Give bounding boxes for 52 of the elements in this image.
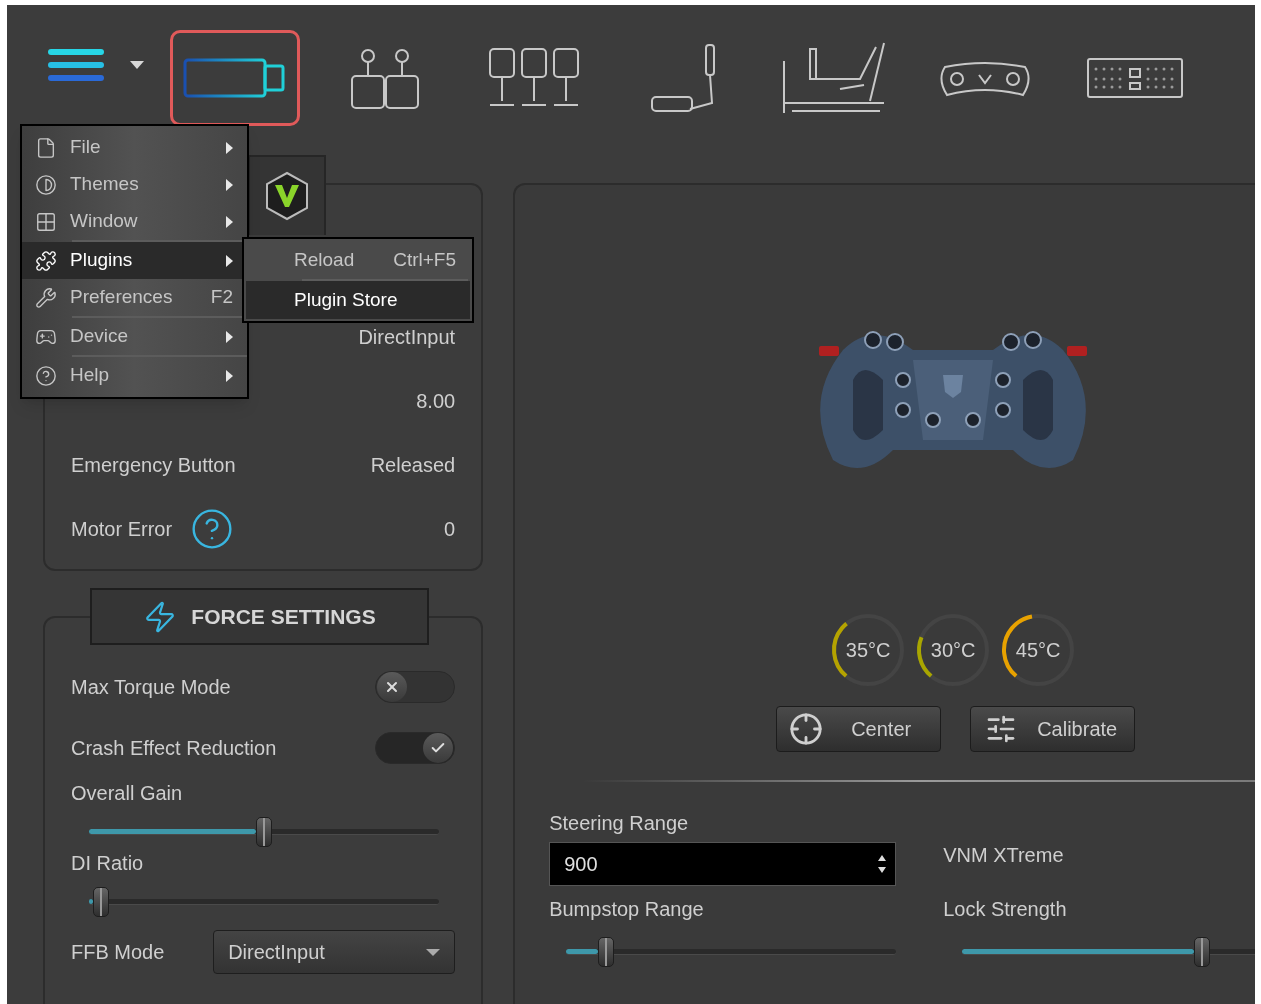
- setting-label: Max Torque Mode: [71, 674, 231, 700]
- center-button[interactable]: Center: [776, 706, 942, 752]
- field-label: Steering Range: [549, 811, 690, 836]
- calibrate-button[interactable]: Calibrate: [970, 706, 1136, 752]
- slider-handle[interactable]: [93, 887, 110, 917]
- menu-item[interactable]: Reload Ctrl+F5: [246, 241, 470, 279]
- menu-icon: [35, 136, 57, 159]
- slider-handle[interactable]: [256, 817, 272, 847]
- menu-item[interactable]: Preferences F2: [22, 279, 247, 316]
- menu-item[interactable]: File: [22, 129, 247, 166]
- menu-item[interactable]: Help: [22, 357, 247, 394]
- toggle-switch[interactable]: [375, 670, 456, 703]
- slider-handle[interactable]: [1194, 937, 1211, 967]
- toggle-switch[interactable]: [375, 731, 456, 764]
- spinner-icon[interactable]: [877, 853, 888, 875]
- field-label: Lock Strength: [943, 897, 1068, 922]
- ffb-mode-dropdown[interactable]: DirectInput: [213, 930, 456, 974]
- menu-icon: [35, 286, 57, 309]
- motor-base-icon: [183, 57, 287, 99]
- setting-label: DI Ratio: [71, 851, 145, 876]
- logo-icon: [265, 171, 309, 221]
- info-value: DirectInput: [358, 325, 456, 350]
- caret-icon[interactable]: [130, 61, 144, 69]
- menu-icon: [35, 210, 57, 233]
- temperature-reading: 35°C: [845, 638, 891, 663]
- menu-item[interactable]: Device: [22, 318, 247, 355]
- setting-label: Overall Gain: [71, 781, 184, 806]
- temperature-reading: 45°C: [1015, 638, 1061, 663]
- info-label: Motor Error: [71, 517, 173, 542]
- menu-item[interactable]: Themes: [22, 166, 247, 203]
- menu-icon: [35, 249, 57, 272]
- menu-icon: [35, 364, 57, 387]
- info-value: 0: [444, 517, 456, 542]
- field-label: Bumpstop Range: [549, 897, 705, 922]
- info-value: 8.00: [416, 389, 456, 414]
- menu-item[interactable]: Plugin Store: [246, 281, 470, 319]
- temperature-reading: 30°C: [930, 638, 976, 663]
- slider-handle[interactable]: [597, 937, 614, 967]
- model-name: VNM XTreme: [943, 843, 1065, 868]
- info-value: Released: [370, 453, 456, 478]
- menu-icon: [35, 173, 57, 196]
- dropdown-arrow-icon: [426, 948, 441, 956]
- button-box-icon: [1086, 57, 1184, 99]
- setting-label: FFB Mode: [71, 940, 165, 965]
- shifters-icon: [348, 46, 422, 110]
- info-label: Emergency Button: [71, 453, 236, 478]
- target-icon: [789, 712, 824, 746]
- section-title: FORCE SETTINGS: [191, 603, 376, 630]
- menu-item[interactable]: Window: [22, 203, 247, 240]
- setting-label: Crash Effect Reduction: [71, 735, 277, 761]
- steering-range-field[interactable]: 900: [549, 842, 897, 886]
- menu-button[interactable]: [48, 49, 104, 81]
